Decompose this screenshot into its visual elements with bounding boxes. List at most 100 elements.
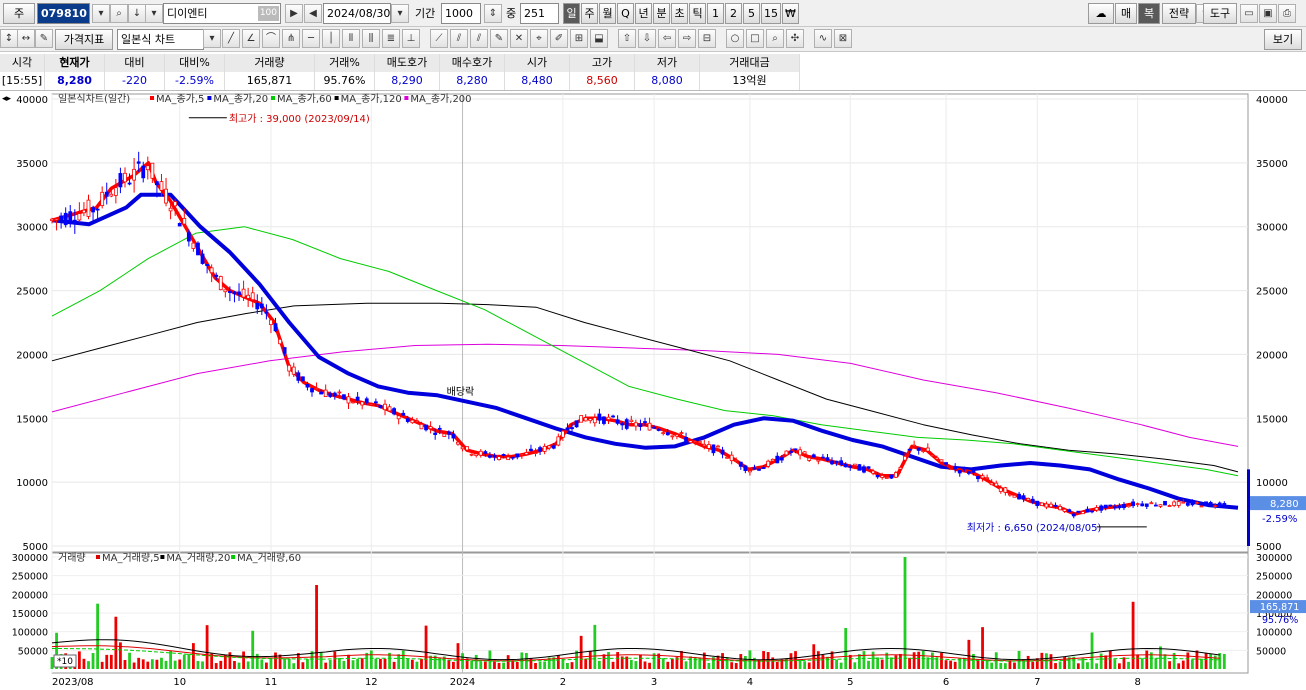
candle-body — [592, 417, 597, 424]
mode-button[interactable]: 주 — [3, 3, 35, 24]
target-icon[interactable]: ⌖ — [530, 29, 548, 48]
save-icon[interactable]: ▣ — [1259, 4, 1277, 23]
box-icon[interactable]: ⊞ — [570, 29, 588, 48]
chevron-down-icon[interactable]: ▾ — [203, 29, 221, 48]
pencil-icon[interactable]: ✎ — [490, 29, 508, 48]
period-field[interactable]: 1000 — [441, 3, 481, 24]
candle-body — [944, 462, 948, 465]
candle-body — [734, 460, 739, 462]
right-button-1[interactable]: 매 — [1115, 3, 1137, 24]
volume-bar — [912, 652, 916, 669]
volume-ytick-left-4: 100000 — [12, 628, 48, 639]
timeframe-11[interactable]: 15 — [761, 3, 781, 24]
timeframe-0[interactable]: 일 — [563, 3, 580, 24]
candle-body — [337, 391, 342, 394]
quote-header-5: 거래% — [315, 54, 375, 72]
volume-bar — [77, 651, 81, 669]
play-icon[interactable]: ▶ — [285, 4, 303, 23]
fan-icon[interactable]: ⋔ — [282, 29, 300, 48]
tools-button[interactable]: 도구 — [1203, 3, 1237, 24]
chart-type-select[interactable]: 일본식 차트 — [117, 29, 204, 50]
left-icon[interactable]: ⇦ — [658, 29, 676, 48]
candle-body — [912, 444, 917, 447]
zoom-icon[interactable]: ⌕ — [766, 29, 784, 48]
candle-body — [273, 323, 278, 332]
volume-bar — [287, 658, 291, 669]
arc-icon[interactable]: ⌒ — [262, 29, 280, 48]
chevron-down-icon[interactable]: ▾ — [92, 4, 110, 23]
quote-panel: 시각 [15:55] 현재가 8,280 대비 -220 대비% -2.59% 거래량 165,8… — [0, 53, 1306, 91]
stepper-icon[interactable]: ⇕ — [484, 4, 502, 23]
right-icon[interactable]: ⇨ — [678, 29, 696, 48]
angle-icon[interactable]: ∠ — [242, 29, 260, 48]
grid-icon[interactable]: ≣ — [382, 29, 400, 48]
erase-icon[interactable]: ✕ — [510, 29, 528, 48]
timeframe-7[interactable]: 틱 — [689, 3, 706, 24]
timeframe-12[interactable]: ₩ — [782, 3, 799, 24]
vline-icon[interactable]: │ — [322, 29, 340, 48]
timeframe-1[interactable]: 주 — [581, 3, 598, 24]
candle-body — [743, 465, 748, 471]
view-button[interactable]: 보기 — [1264, 29, 1302, 50]
timeframe-3[interactable]: Q — [617, 3, 634, 24]
fibo-icon[interactable]: ⫴ — [342, 29, 360, 48]
chevron-down-icon[interactable]: ▾ — [145, 4, 163, 23]
candle-body — [647, 422, 652, 431]
timeframe-6[interactable]: 초 — [671, 3, 688, 24]
timeframe-8[interactable]: 1 — [707, 3, 724, 24]
date-field[interactable]: 2024/08/30 — [323, 3, 391, 24]
candle-body — [994, 482, 999, 487]
indicator-button[interactable]: 가격지표 — [55, 29, 113, 50]
square-icon[interactable]: □ — [746, 29, 764, 48]
mid-field[interactable]: 251 — [520, 3, 559, 24]
hline-icon[interactable]: ─ — [302, 29, 320, 48]
quote-value-6: 8,290 — [375, 72, 440, 90]
down-icon[interactable]: ⇩ — [638, 29, 656, 48]
up-down-icon[interactable]: ↕ — [0, 29, 18, 48]
cross2-icon[interactable]: ✣ — [786, 29, 804, 48]
timeframe-5[interactable]: 분 — [653, 3, 670, 24]
trendline-icon[interactable]: ╱ — [222, 29, 240, 48]
timeframe-9[interactable]: 2 — [725, 3, 742, 24]
strategy-button[interactable]: 전략 — [1162, 3, 1196, 24]
pen-icon[interactable]: ✐ — [550, 29, 568, 48]
price-ytick-right-4: 20000 — [1256, 350, 1288, 361]
parallel2-icon[interactable]: ⫽ — [470, 29, 488, 48]
candle-body — [1222, 503, 1227, 506]
volume-bar — [192, 643, 195, 669]
sort-icon[interactable]: ↓ — [128, 4, 146, 23]
channel-icon[interactable]: ⟋ — [430, 29, 448, 48]
folder-icon[interactable]: ▭ — [1240, 4, 1258, 23]
timeframe-10[interactable]: 5 — [743, 3, 760, 24]
volume-bar — [867, 660, 870, 669]
volume-legend-swatch-1 — [160, 555, 165, 559]
price-chart[interactable]: 40000 4000035000 3500030000 3000025000 25000… — [0, 91, 1306, 688]
right-button-2[interactable]: 복 — [1138, 3, 1160, 24]
cross-icon[interactable]: ⊥ — [402, 29, 420, 48]
parallel-icon[interactable]: ⫽ — [450, 29, 468, 48]
volume-bar — [917, 651, 921, 669]
arrows-icon[interactable]: ↔ — [17, 29, 35, 48]
chevron-down-icon[interactable]: ▾ — [391, 4, 409, 23]
minus-icon[interactable]: ⊟ — [698, 29, 716, 48]
edit-icon[interactable]: ✎ — [35, 29, 53, 48]
back-icon[interactable]: ◀ — [304, 4, 322, 23]
volume-bar — [835, 659, 838, 669]
cloud-icon[interactable]: ☁ — [1088, 3, 1114, 24]
volume-bar — [1218, 653, 1222, 669]
candle-body — [424, 424, 428, 431]
clear-icon[interactable]: ⊠ — [834, 29, 852, 48]
timeframe-4[interactable]: 년 — [635, 3, 652, 24]
candle-body — [223, 289, 228, 293]
stock-code-field[interactable]: 079810 — [37, 3, 90, 24]
up-icon[interactable]: ⇧ — [618, 29, 636, 48]
timeframe-2[interactable]: 월 — [599, 3, 616, 24]
wave-icon[interactable]: ∿ — [814, 29, 832, 48]
circle-icon[interactable]: ○ — [726, 29, 744, 48]
volume-legend-2: MA_거래량,60 — [237, 552, 301, 564]
print-icon[interactable]: ⎙ — [1278, 4, 1296, 23]
fibo2-icon[interactable]: ⫼ — [362, 29, 380, 48]
fill-icon[interactable]: ⬓ — [590, 29, 608, 48]
stock-name-field[interactable]: 디이엔티 100 — [163, 3, 281, 24]
search-icon[interactable]: ⌕ — [110, 4, 128, 23]
